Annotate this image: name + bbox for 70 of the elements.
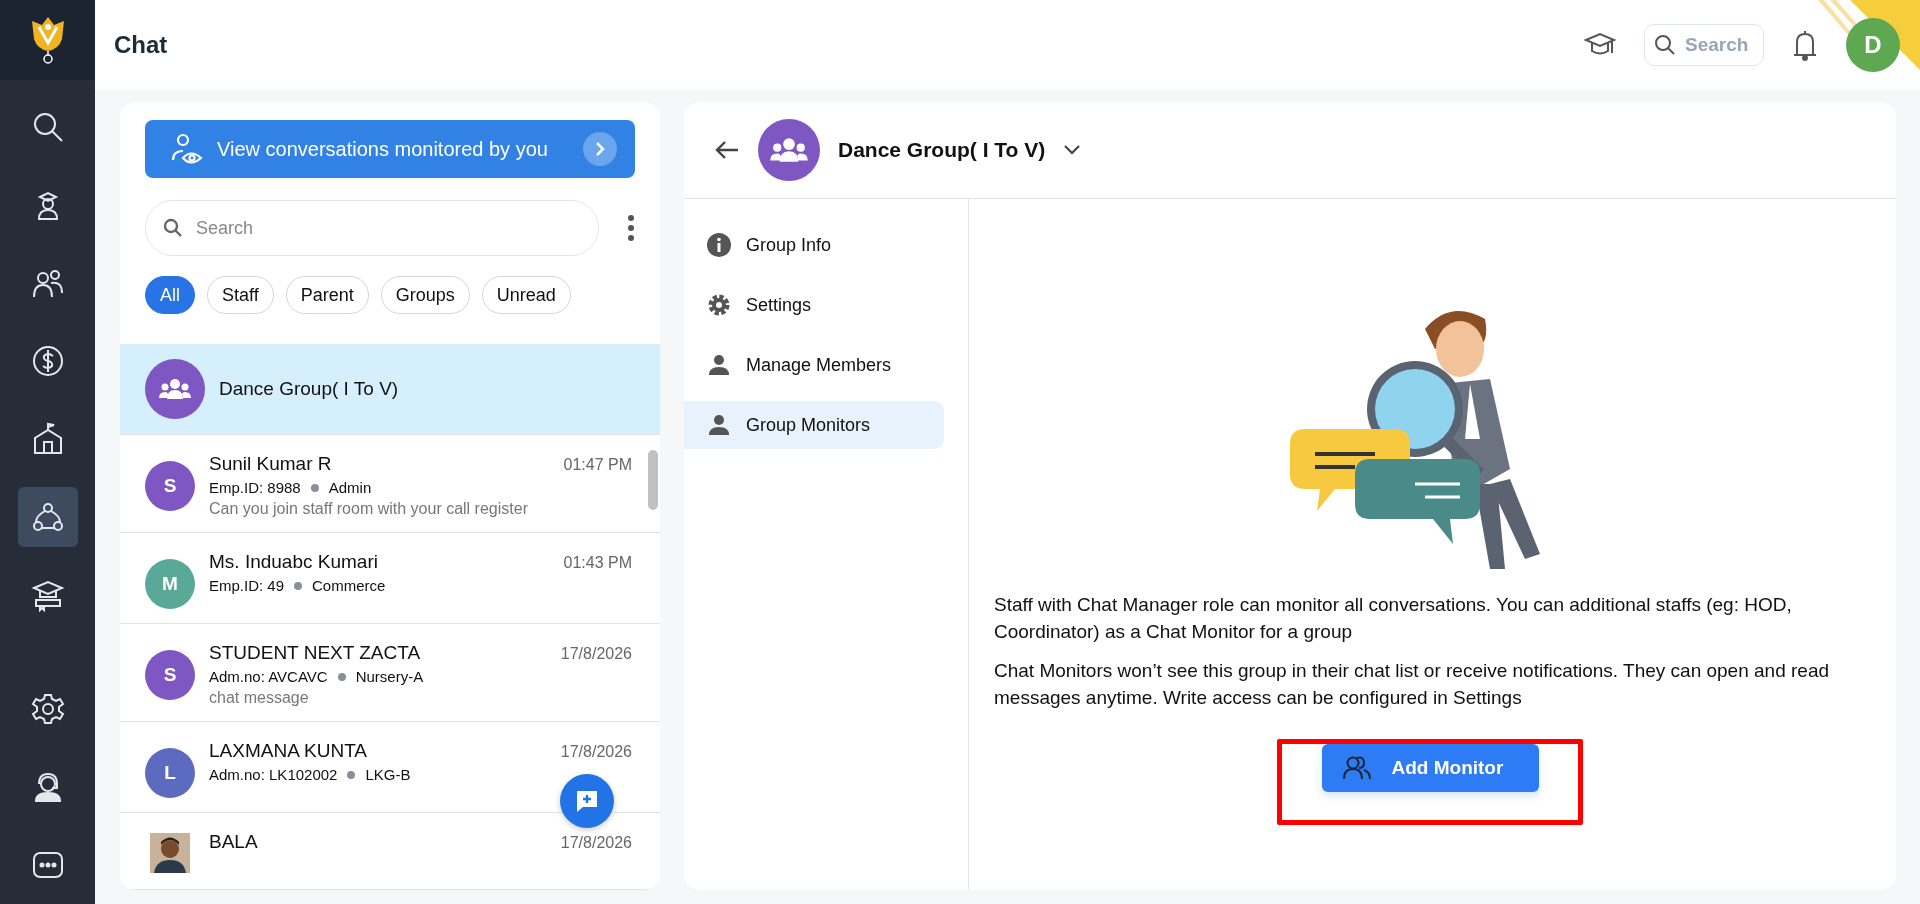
filter-chip[interactable]: Groups <box>380 276 470 314</box>
chat-nav-button[interactable] <box>17 487 78 547</box>
search-icon <box>163 218 183 238</box>
contact-id: Adm.no: LK102002 <box>209 766 338 783</box>
page-title: Chat <box>114 31 169 59</box>
message-preview: chat message <box>209 689 310 707</box>
contact-role: Admin <box>328 479 372 496</box>
back-arrow-icon[interactable] <box>714 139 740 161</box>
settings-icon <box>706 292 732 318</box>
group-name: Dance Group( I To V) <box>838 138 1046 162</box>
contact-role: Commerce <box>312 577 386 594</box>
conversation-name: Dance Group( I To V) <box>219 378 399 400</box>
dollar-icon <box>30 344 65 378</box>
conversation-name: Sunil Kumar R <box>209 453 332 475</box>
conversation-name: LAXMANA KUNTA <box>209 740 368 762</box>
chevron-down-icon[interactable] <box>1063 144 1082 156</box>
people-icon <box>1341 755 1372 781</box>
conversation-name: Ms. Induabc Kumari <box>209 551 378 573</box>
graduation-cap-icon <box>30 578 65 612</box>
separator-dot <box>310 483 319 492</box>
contact-avatar: L <box>145 748 195 798</box>
new-chat-button[interactable] <box>560 774 614 828</box>
contact-avatar: M <box>145 559 195 609</box>
network-icon <box>30 500 65 534</box>
person-icon <box>706 412 732 438</box>
conversation-time: 01:43 PM <box>563 554 632 572</box>
notification-bell-icon[interactable] <box>1792 28 1818 62</box>
separator-dot <box>294 581 303 590</box>
group-menu-item[interactable]: Settings <box>684 281 944 329</box>
separator-dot <box>337 672 346 681</box>
more-options-icon[interactable] <box>627 214 635 242</box>
conversation-item[interactable]: S STUDENT NEXT ZACTA 17/8/2026 Adm.no: AVCAVC Nursery-A chat message <box>120 624 660 722</box>
group-menu-item[interactable]: Group Info <box>684 221 944 269</box>
contact-role: LKG-B <box>365 766 411 783</box>
search-icon <box>1654 34 1676 56</box>
add-monitor-button[interactable]: Add Monitor <box>1321 744 1539 792</box>
conversation-name: BALA <box>209 831 258 853</box>
contact-id: Emp.ID: 49 <box>209 577 285 594</box>
description-text: Chat Monitors won’t see this group in their chat list or receive notifications. They can open and read messages anytime. Write access can be configured in Settings <box>994 659 1831 710</box>
person-eye-icon <box>169 132 205 166</box>
conversation-time: 17/8/2026 <box>560 834 632 852</box>
conversation-name: STUDENT NEXT ZACTA <box>209 642 421 664</box>
separator-dot <box>347 770 356 779</box>
search-field[interactable]: Search <box>145 200 599 256</box>
group-menu-item[interactable]: Manage Members <box>684 341 944 389</box>
filter-chip[interactable]: Parent <box>285 276 369 314</box>
monitored-conversations-button[interactable]: View conversations monitored by you <box>145 120 635 178</box>
chat-plus-icon <box>574 788 600 814</box>
conversation-item[interactable]: Dance Group( I To V) <box>120 344 660 435</box>
chevron-right-icon <box>583 132 617 166</box>
filter-chip[interactable]: Staff <box>207 276 274 314</box>
contact-avatar: S <box>145 461 195 511</box>
contact-id: Emp.ID: 8988 <box>209 479 301 496</box>
contact-role: Nursery-A <box>355 668 424 685</box>
filter-chip[interactable]: All <box>145 276 195 314</box>
conversation-item[interactable]: M Ms. Induabc Kumari 01:43 PM Emp.ID: 49 Commerce <box>120 533 660 624</box>
conversation-time: 17/8/2026 <box>560 645 632 663</box>
description-text: Staff with Chat Manager role can monitor all conversations. You can additional staffs (eg: HOD, Coordinator) as a Chat Monitor for a group <box>994 593 1793 644</box>
person-icon <box>706 352 732 378</box>
scrollbar[interactable] <box>648 450 658 510</box>
contact-id: Adm.no: AVCAVC <box>209 668 328 685</box>
conversation-time: 01:47 PM <box>563 456 632 474</box>
search-field[interactable]: Search <box>1644 24 1764 66</box>
group-menu-item[interactable]: Group Monitors <box>684 401 944 449</box>
contact-avatar: S <box>145 650 195 700</box>
filter-chip[interactable]: Unread <box>481 276 571 314</box>
message-preview: Can you join staff room with your call register <box>209 500 529 518</box>
conversation-time: 17/8/2026 <box>560 743 632 761</box>
settings-icon <box>30 692 65 726</box>
info-icon <box>706 232 732 258</box>
